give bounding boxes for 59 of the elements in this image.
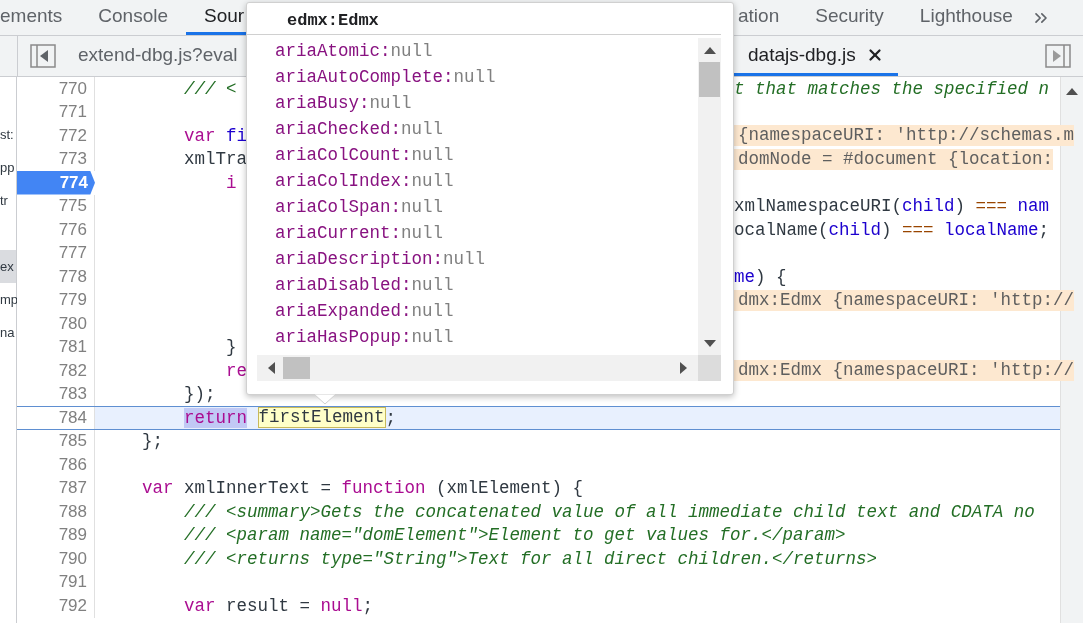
code-text: var fi <box>183 125 248 146</box>
code-text: var result = null; <box>183 595 374 616</box>
code-text: re <box>225 360 248 381</box>
horizontal-scrollbar[interactable] <box>257 355 698 381</box>
code-text: /// <summary>Gets the concatenated value of all immediate child text and CDATA no <box>183 501 1035 522</box>
code-text: } <box>225 337 237 358</box>
debugger-toggle-icon[interactable] <box>1045 44 1071 68</box>
navigator-item[interactable]: st: <box>0 118 16 151</box>
code-text: var xmlInnerText = function (xmlElement) { <box>141 478 584 499</box>
code-text: ; <box>385 407 397 428</box>
line-number: 784 <box>17 407 95 429</box>
code-text: /// <param name="domElement">Element to get values for.</param> <box>183 525 846 546</box>
panel-tab[interactable]: Console <box>80 0 187 35</box>
navigator-item[interactable]: pp <box>0 151 16 184</box>
inline-value: dmx:Edmx {namespaceURI: 'http:// <box>734 360 1075 382</box>
scrollbar-corner <box>698 355 721 381</box>
panel-tab[interactable]: ements <box>0 0 81 35</box>
line-number: 779 <box>17 288 95 312</box>
property-row[interactable]: ariaColIndex:null <box>275 168 698 194</box>
code-text: me) { <box>734 266 787 287</box>
code-text: xmlNamespaceURI(child) === nam <box>734 196 1050 217</box>
inline-value: {namespaceURI: 'http://schemas.m <box>734 125 1075 147</box>
vertical-scrollbar[interactable] <box>698 38 721 355</box>
panel-tab[interactable]: Security <box>797 0 902 35</box>
navigator-item[interactable]: tr <box>0 184 16 217</box>
inline-value: domNode = #document {location: <box>734 148 1054 170</box>
scrollbar-thumb[interactable] <box>699 62 720 97</box>
navigator-item[interactable]: ex <box>0 250 16 283</box>
code-text: i <box>225 172 237 193</box>
code-text: }); <box>183 384 216 405</box>
property-row[interactable]: ariaDescription:null <box>275 246 698 272</box>
panel-tab[interactable]: Lighthouse <box>901 0 1031 35</box>
code-text: /// <returns type="String">Text for all direct children.</returns> <box>183 548 878 569</box>
inline-value: dmx:Edmx {namespaceURI: 'http:// <box>734 289 1075 311</box>
property-row[interactable]: ariaDisabled:null <box>275 272 698 298</box>
scrollbar-thumb[interactable] <box>283 357 310 379</box>
breakpoint-marker[interactable]: 774 <box>17 171 95 195</box>
code-text: ocalName(child) === localName; <box>734 219 1050 240</box>
scroll-down-icon[interactable] <box>703 337 716 349</box>
code-text: /// < <box>183 78 237 99</box>
code-text: t that matches the specified n <box>734 78 1050 99</box>
property-row[interactable]: ariaExpanded:null <box>275 298 698 324</box>
sidebar-toggle-icon[interactable] <box>30 44 56 68</box>
property-row[interactable]: ariaChecked:null <box>275 116 698 142</box>
property-row[interactable]: ariaHasPopup:null <box>275 324 698 350</box>
panel-tab[interactable]: ation <box>734 0 798 35</box>
property-row[interactable]: ariaColCount:null <box>275 142 698 168</box>
code-text: xmlTra <box>183 149 248 170</box>
code-text: }; <box>141 431 163 452</box>
navigator-item[interactable]: na <box>0 316 16 349</box>
property-row[interactable]: ariaAutoComplete:null <box>275 64 698 90</box>
property-row[interactable]: ariaBusy:null <box>275 90 698 116</box>
popover-title: edmx:Edmx <box>247 3 721 35</box>
property-row[interactable]: ariaCurrent:null <box>275 220 698 246</box>
selected-keyword: return <box>184 407 247 428</box>
property-row[interactable]: ariaAtomic:null <box>275 38 698 64</box>
evaluated-expression: firstElement <box>257 407 386 429</box>
navigator-item[interactable]: mp <box>0 283 16 316</box>
property-row[interactable]: ariaColSpan:null <box>275 194 698 220</box>
